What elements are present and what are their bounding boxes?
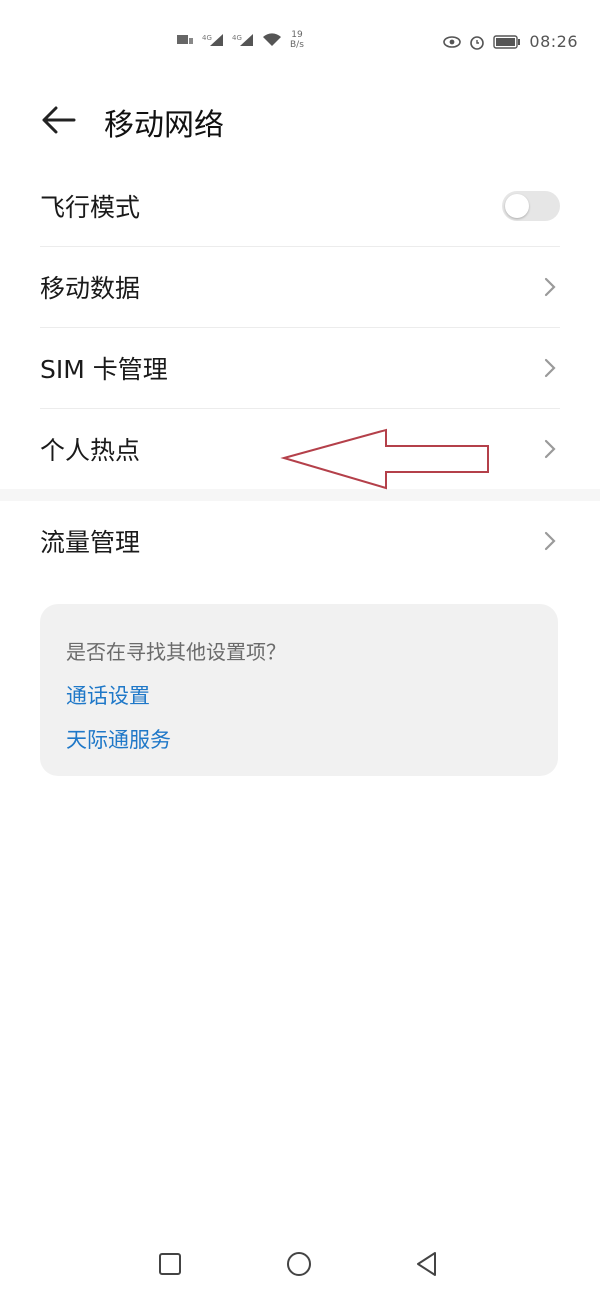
airplane-mode-label: 飞行模式 <box>40 193 141 222</box>
network-speed: 19 B/s <box>290 30 304 50</box>
suggestion-question: 是否在寻找其他设置项？ <box>66 640 286 664</box>
eye-icon <box>443 35 462 48</box>
arrow-left-icon <box>42 106 76 134</box>
back-button[interactable] <box>36 98 80 142</box>
back-triangle-icon <box>417 1252 436 1276</box>
chevron-right-icon <box>540 437 560 461</box>
toggle-knob <box>505 194 529 218</box>
airplane-mode-row[interactable]: 飞行模式 <box>40 166 560 247</box>
airplane-mode-toggle[interactable] <box>502 191 560 221</box>
header: 移动网络 <box>0 86 600 156</box>
svg-text:4G: 4G <box>202 34 212 42</box>
chevron-right-icon <box>540 529 560 553</box>
mobile-data-label: 移动数据 <box>40 274 141 303</box>
network-speed-unit: B/s <box>290 40 304 50</box>
nav-back-button[interactable] <box>407 1244 447 1284</box>
wifi-icon <box>262 33 282 47</box>
home-button[interactable] <box>279 1244 319 1284</box>
clock: 08:26 <box>529 32 578 51</box>
call-settings-link[interactable]: 通话设置 <box>66 680 150 710</box>
battery-icon <box>493 34 521 49</box>
settings-list: 飞行模式 移动数据 SIM 卡管理 个人热点 流量管理 <box>0 166 600 581</box>
mobile-network-settings-screen: 4G 4G 19 B/s 08:26 移动网络 飞行模式 移动数据 SIM 卡管… <box>0 0 600 1298</box>
data-usage-row[interactable]: 流量管理 <box>40 501 560 581</box>
signal-icon: 4G <box>202 33 224 47</box>
sim-management-label: SIM 卡管理 <box>40 355 168 384</box>
recent-apps-button[interactable] <box>150 1244 190 1284</box>
alarm-icon <box>469 34 485 50</box>
svg-text:4G: 4G <box>232 34 242 42</box>
mobile-data-row[interactable]: 移动数据 <box>40 247 560 328</box>
sim-icon <box>176 33 194 47</box>
annotation-arrow-icon <box>280 428 489 490</box>
skytone-service-link[interactable]: 天际通服务 <box>66 724 171 754</box>
chevron-right-icon <box>540 356 560 380</box>
chevron-right-icon <box>540 275 560 299</box>
data-usage-label: 流量管理 <box>40 528 141 557</box>
status-center-group: 4G 4G 19 B/s <box>176 30 304 50</box>
hotspot-label: 个人热点 <box>40 436 141 465</box>
status-bar: 4G 4G 19 B/s 08:26 <box>0 0 600 86</box>
home-icon <box>287 1252 311 1276</box>
suggestion-card: 是否在寻找其他设置项？ 通话设置 天际通服务 <box>40 604 558 776</box>
sim-management-row[interactable]: SIM 卡管理 <box>40 328 560 409</box>
navigation-bar <box>0 1230 600 1298</box>
network-speed-value: 19 <box>291 30 303 40</box>
page-title: 移动网络 <box>104 108 224 143</box>
signal-icon: 4G <box>232 33 254 47</box>
status-right-group: 08:26 <box>443 32 578 51</box>
recent-apps-icon <box>159 1253 181 1275</box>
